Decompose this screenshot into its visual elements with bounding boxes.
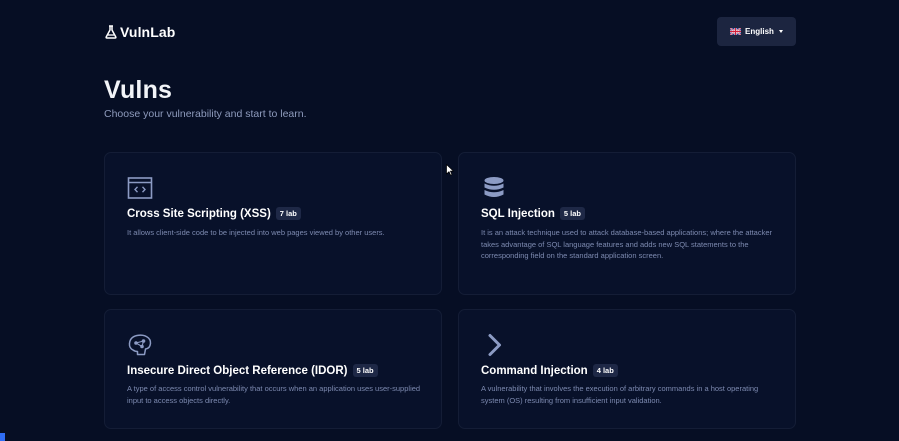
lab-card-description: It is an attack technique used to attack… [481,228,773,261]
lab-count-badge: 7 lab [275,207,301,220]
page-title: Vulns [104,76,173,104]
database-icon [484,177,504,197]
lab-card-title: Command Injection [481,364,588,377]
lab-count-badge: 5 lab [559,207,586,220]
lab-card-description: It allows client-side code to be injecte… [127,228,385,237]
language-dropdown[interactable]: English [717,17,796,46]
lab-card-header: Command Injection 4 lab [481,364,618,377]
chevron-right-icon [488,334,501,356]
lab-card-description: A type of access control vulnerability t… [127,384,421,405]
lab-card-title: SQL Injection [481,207,555,220]
lab-card-header: Insecure Direct Object Reference (IDOR) … [127,364,378,377]
lab-card-command-injection[interactable]: Command Injection 4 lab A vulnerability … [458,309,796,429]
navbar: VulnLab English [0,0,899,64]
lab-card-sql-injection[interactable]: SQL Injection 5 lab It is an attack tech… [458,152,796,295]
lab-count-badge: 4 lab [592,364,618,377]
uk-flag-icon [730,28,742,35]
caret-down-icon [778,30,783,33]
lab-card-title: Insecure Direct Object Reference (IDOR) [127,364,348,377]
lab-card-description: A vulnerability that involves the execut… [481,384,759,405]
brand-logo[interactable]: VulnLab [105,22,175,42]
lab-card-header: SQL Injection 5 lab [481,207,586,220]
brand-name: VulnLab [120,24,176,40]
flask-icon [105,25,117,39]
mouse-cursor-icon [446,164,454,176]
lab-card-title: Cross Site Scripting (XSS) [127,207,271,220]
lab-card-idor[interactable]: Insecure Direct Object Reference (IDOR) … [104,309,442,429]
lab-card-header: Cross Site Scripting (XSS) 7 lab [127,207,301,220]
language-label: English [745,27,774,36]
page-subtitle: Choose your vulnerability and start to l… [104,108,307,120]
loading-indicator [0,433,5,441]
lab-card-xss[interactable]: Cross Site Scripting (XSS) 7 lab It allo… [104,152,442,295]
code-window-icon [127,177,153,199]
lab-count-badge: 5 lab [352,364,378,377]
network-brain-icon [128,334,152,356]
